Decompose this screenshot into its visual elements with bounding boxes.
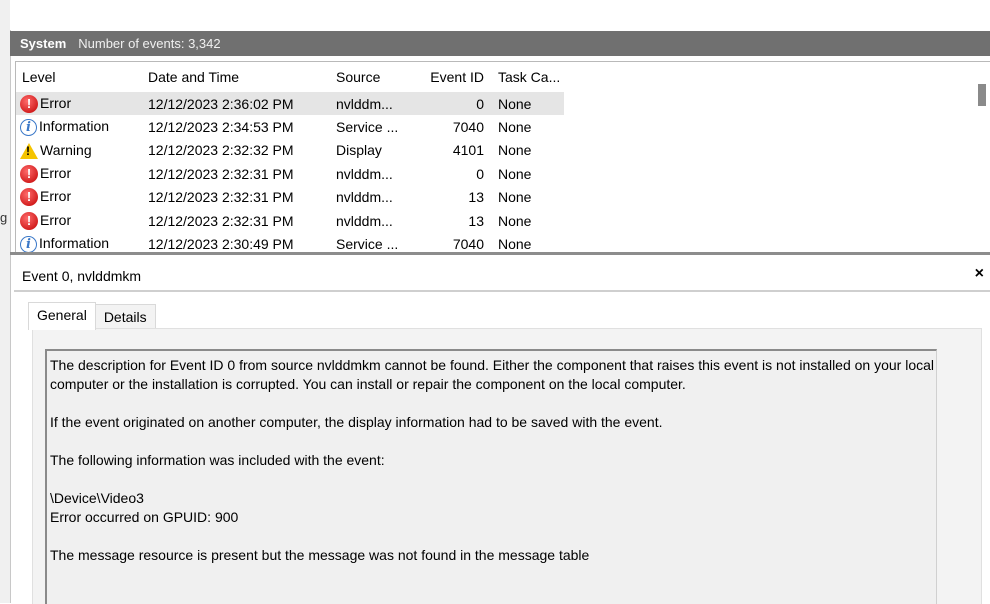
task-cell: None <box>498 236 532 253</box>
general-tab-body: The description for Event ID 0 from sour… <box>32 328 982 604</box>
source-cell: nvlddm... <box>330 92 408 116</box>
source-cell: Display <box>336 142 382 159</box>
toolbar-area <box>10 0 990 30</box>
level-cell: ! Error <box>16 92 142 116</box>
source-cell: nvlddm... <box>336 189 393 206</box>
error-icon: ! <box>20 211 38 230</box>
log-header-bar: System Number of events: 3,342 <box>10 31 990 56</box>
close-icon[interactable]: × <box>975 265 984 283</box>
level-cell: i Information <box>16 232 142 253</box>
date-cell: 12/12/2023 2:32:31 PM <box>148 165 294 182</box>
level-cell: ! Warning <box>16 139 142 162</box>
source-cell: nvlddm... <box>336 165 393 182</box>
event-row[interactable]: ! Warning 12/12/2023 2:32:32 PM Display 4… <box>16 139 564 162</box>
pane-splitter[interactable] <box>10 252 990 255</box>
detail-tabs: General Details <box>28 302 156 330</box>
date-cell: 12/12/2023 2:34:53 PM <box>148 119 294 136</box>
event-list[interactable]: Level Date and Time Source Event ID Task… <box>15 61 990 253</box>
event-id-cell: 4101 <box>452 142 484 159</box>
event-id-cell: 0 <box>476 165 484 182</box>
truncated-tree-text: g <box>0 210 8 225</box>
event-row[interactable]: ! Error 12/12/2023 2:32:31 PM nvlddm... 0… <box>16 162 564 185</box>
event-detail-pane: General Details The description for Even… <box>14 292 990 604</box>
description-paragraph: The description for Event ID 0 from sour… <box>50 357 935 392</box>
event-row[interactable]: i Information 12/12/2023 2:34:53 PM Servi… <box>16 115 564 138</box>
device-path: \Device\Video3 <box>50 490 144 506</box>
error-icon: ! <box>20 188 38 207</box>
level-cell: ! Error <box>16 186 142 209</box>
level-text: Error <box>40 94 72 111</box>
date-cell: 12/12/2023 2:32:32 PM <box>148 142 294 159</box>
column-header-date[interactable]: Date and Time <box>142 62 330 92</box>
level-cell: i Information <box>16 115 142 138</box>
level-text: Information <box>39 235 110 252</box>
date-cell: 12/12/2023 2:30:49 PM <box>148 236 294 253</box>
event-row[interactable]: i Information 12/12/2023 2:30:49 PM Servi… <box>16 232 564 253</box>
event-description[interactable]: The description for Event ID 0 from sour… <box>45 349 937 604</box>
level-text: Information <box>39 118 110 135</box>
description-paragraph: The message resource is present but the … <box>50 547 590 563</box>
level-text: Error <box>40 211 72 228</box>
event-table: Level Date and Time Source Event ID Task… <box>16 62 564 253</box>
source-cell: nvlddm... <box>336 212 393 229</box>
event-detail-header: Event 0, nvlddmkm × <box>14 262 990 292</box>
level-text: Error <box>40 164 72 181</box>
task-cell: None <box>498 165 532 182</box>
column-header-level[interactable]: Level <box>16 62 142 92</box>
task-cell: None <box>498 212 532 229</box>
level-cell: ! Error <box>16 209 142 232</box>
event-id-cell: 7040 <box>452 236 484 253</box>
event-id-cell: 7040 <box>452 119 484 136</box>
level-cell: ! Error <box>16 162 142 185</box>
level-text: Error <box>40 188 72 205</box>
column-header-event-id[interactable]: Event ID <box>408 62 492 92</box>
event-detail-title: Event 0, nvlddmkm <box>22 268 142 284</box>
tab-details[interactable]: Details <box>95 304 156 330</box>
info-icon: i <box>20 235 37 253</box>
list-scrollbar-thumb[interactable] <box>978 84 986 106</box>
info-icon: i <box>20 118 37 136</box>
error-icon: ! <box>20 94 38 113</box>
gpu-error-line: Error occurred on GPUID: 900 <box>50 509 239 525</box>
source-cell: Service ... <box>336 119 399 136</box>
date-cell: 12/12/2023 2:36:02 PM <box>142 92 330 116</box>
source-cell: Service ... <box>336 236 399 253</box>
description-paragraph: The following information was included w… <box>50 452 385 468</box>
event-row[interactable]: ! Error 12/12/2023 2:32:31 PM nvlddm... 1… <box>16 186 564 209</box>
error-icon: ! <box>20 165 38 184</box>
column-header-row: Level Date and Time Source Event ID Task… <box>16 62 564 92</box>
event-row[interactable]: ! Error 12/12/2023 2:32:31 PM nvlddm... 1… <box>16 209 564 232</box>
event-id-cell: 13 <box>468 189 484 206</box>
task-cell: None <box>492 92 564 116</box>
level-text: Warning <box>40 141 92 158</box>
task-cell: None <box>498 119 532 136</box>
log-name: System <box>20 36 67 51</box>
task-cell: None <box>498 142 532 159</box>
left-pane-edge: g <box>0 0 11 603</box>
event-id-cell: 13 <box>468 212 484 229</box>
column-header-task-category[interactable]: Task Ca... <box>492 62 564 92</box>
tab-general[interactable]: General <box>28 302 96 330</box>
column-header-source[interactable]: Source <box>330 62 408 92</box>
date-cell: 12/12/2023 2:32:31 PM <box>148 212 294 229</box>
description-paragraph: \Device\Video3 Error occurred on GPUID: 9… <box>50 489 936 527</box>
event-count: Number of events: 3,342 <box>78 36 221 51</box>
event-row[interactable]: ! Error 12/12/2023 2:36:02 PM nvlddm... 0… <box>16 92 564 116</box>
warning-icon: ! <box>20 143 38 160</box>
date-cell: 12/12/2023 2:32:31 PM <box>148 189 294 206</box>
event-id-cell: 0 <box>408 92 492 116</box>
task-cell: None <box>498 189 532 206</box>
description-paragraph: If the event originated on another compu… <box>50 414 663 430</box>
